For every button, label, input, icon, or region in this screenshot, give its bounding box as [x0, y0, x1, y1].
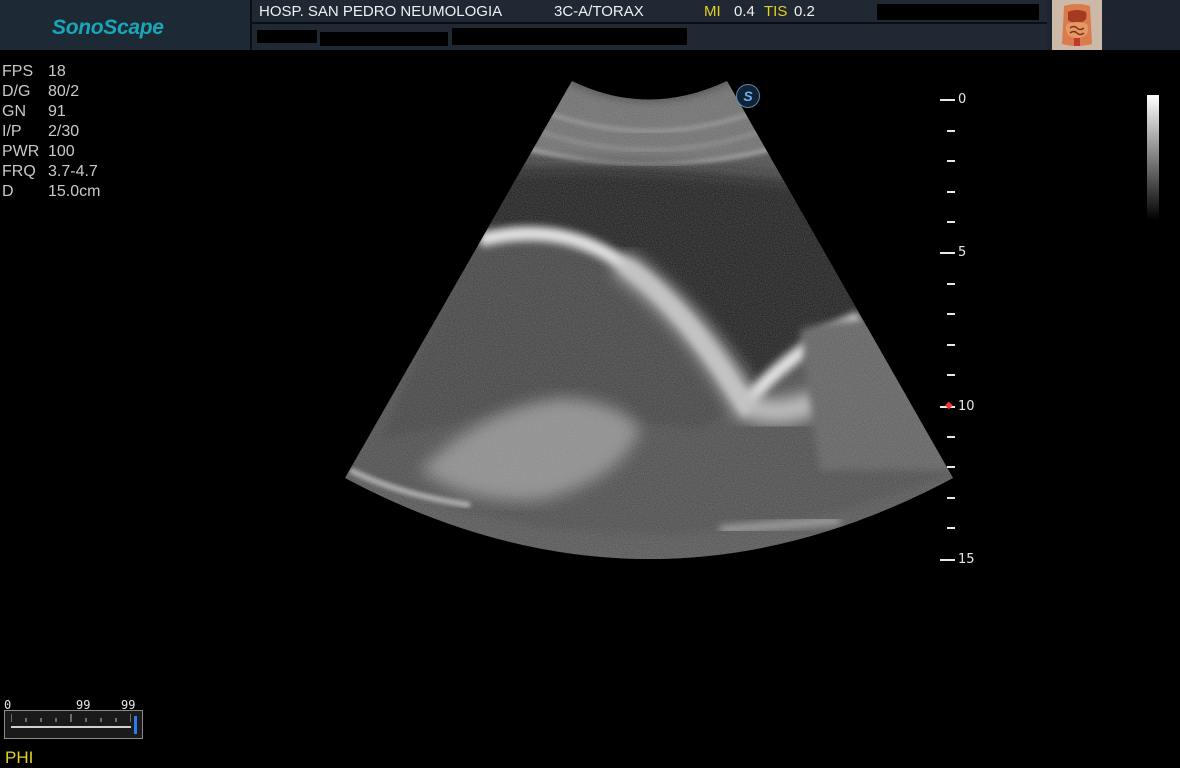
depth-label-0: 0	[958, 92, 967, 107]
depth-minor-tick	[947, 130, 955, 132]
depth-label-15: 15	[958, 552, 975, 567]
depth-major-tick	[940, 252, 955, 254]
mode-label: PHI	[5, 748, 34, 767]
depth-minor-tick	[947, 313, 955, 315]
depth-minor-tick	[947, 374, 955, 376]
depth-minor-tick	[947, 283, 955, 285]
probe-orientation-badge: S	[736, 84, 760, 108]
depth-minor-tick	[947, 497, 955, 499]
depth-minor-tick	[947, 221, 955, 223]
depth-minor-tick	[947, 191, 955, 193]
depth-minor-tick	[947, 527, 955, 529]
depth-major-tick	[940, 559, 955, 561]
slider-track[interactable]	[11, 726, 131, 728]
depth-label-10: 10	[958, 399, 975, 414]
slider-ticks	[11, 714, 131, 722]
focus-marker-icon[interactable]: ◆	[945, 400, 953, 411]
depth-major-tick	[940, 99, 955, 101]
depth-scale: 0 5 ◆ 10 15	[930, 90, 990, 570]
depth-minor-tick	[947, 160, 955, 162]
slider-thumb[interactable]	[134, 716, 137, 734]
cine-slider[interactable]	[4, 710, 143, 739]
depth-minor-tick	[947, 436, 955, 438]
depth-label-5: 5	[958, 245, 967, 260]
ultrasound-image[interactable]	[0, 0, 1180, 768]
depth-minor-tick	[947, 466, 955, 468]
depth-minor-tick	[947, 344, 955, 346]
grayscale-bar	[1147, 95, 1159, 220]
